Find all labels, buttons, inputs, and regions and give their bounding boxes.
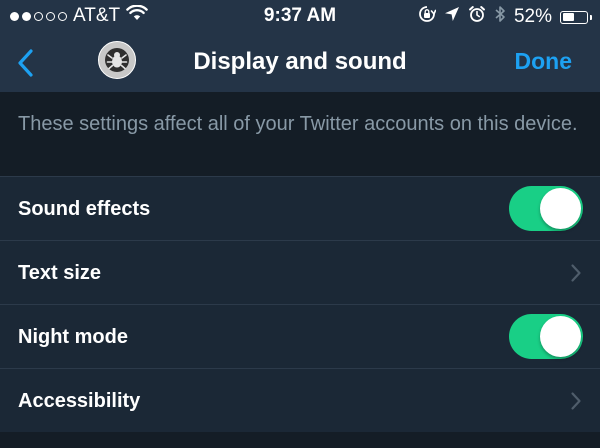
sound-effects-label: Sound effects (18, 198, 151, 220)
text-size-label: Text size (18, 262, 101, 284)
sound-effects-toggle[interactable] (509, 186, 583, 231)
accessibility-row[interactable]: Accessibility (0, 369, 600, 433)
battery-icon (560, 10, 592, 24)
toggle-knob (540, 316, 581, 357)
night-mode-label: Night mode (18, 326, 128, 348)
bluetooth-icon (494, 5, 506, 29)
status-right: 52% (418, 5, 592, 29)
text-size-row[interactable]: Text size (0, 241, 600, 305)
toggle-knob (540, 188, 581, 229)
accessibility-label: Accessibility (18, 390, 141, 412)
done-button[interactable]: Done (515, 48, 573, 75)
settings-description: These settings affect all of your Twitte… (18, 113, 578, 135)
bottom-spacer (0, 432, 600, 448)
battery-level (562, 13, 574, 21)
alarm-clock-icon (468, 5, 486, 29)
chevron-right-icon (571, 392, 581, 410)
battery-percentage: 52% (513, 6, 552, 27)
status-bar: AT&T 9:37 AM 52% (0, 0, 600, 34)
page-title: Display and sound (193, 48, 407, 75)
location-arrow-icon (444, 6, 460, 28)
night-mode-toggle[interactable] (509, 314, 583, 359)
night-mode-row: Night mode (0, 305, 600, 369)
navigation-bar: Display and sound Done (0, 34, 600, 92)
chevron-right-icon (571, 264, 581, 282)
orientation-lock-icon (418, 5, 437, 29)
sound-effects-row: Sound effects (0, 177, 600, 241)
info-section: These settings affect all of your Twitte… (0, 92, 600, 177)
